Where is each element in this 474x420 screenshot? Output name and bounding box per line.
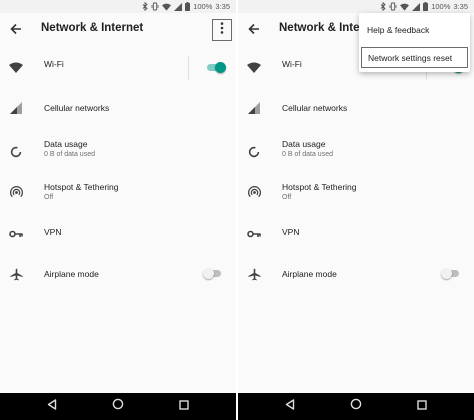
airplane-icon: [8, 266, 24, 282]
battery-percent: 100%: [431, 2, 451, 11]
setting-title: Wi-Fi: [44, 59, 64, 69]
setting-title: Data usage: [282, 139, 326, 149]
page-title: Network & Internet: [41, 22, 144, 34]
setting-cellular[interactable]: Cellular networks: [238, 88, 474, 126]
back-triangle-icon: [285, 397, 295, 415]
setting-vpn[interactable]: VPN: [238, 220, 474, 258]
airplane-icon: [246, 266, 262, 282]
home-circle-icon: [112, 397, 124, 415]
setting-title: Wi-Fi: [282, 59, 302, 69]
cellular-signal-icon: [174, 2, 183, 11]
back-button[interactable]: [244, 21, 264, 41]
bluetooth-icon: [142, 2, 148, 11]
wifi-signal-icon: [162, 3, 172, 11]
battery-icon: [423, 2, 429, 11]
setting-vpn[interactable]: VPN: [0, 220, 236, 258]
phone-screen-left: 100% 3:35 Network & Internet Wi-Fi Cellu…: [0, 0, 236, 420]
setting-airplane-mode[interactable]: Airplane mode: [238, 260, 474, 298]
setting-title: Data usage: [44, 139, 88, 149]
vpn-key-icon: [8, 226, 24, 242]
setting-wifi[interactable]: Wi-Fi: [0, 48, 236, 86]
battery-icon: [185, 2, 191, 11]
nav-recents-button[interactable]: [177, 399, 191, 413]
back-button[interactable]: [6, 21, 26, 41]
status-bar: 100% 3:35: [0, 0, 236, 13]
wifi-signal-icon: [400, 3, 410, 11]
data-usage-icon: [246, 144, 262, 160]
airplane-mode-toggle[interactable]: [441, 266, 459, 280]
back-triangle-icon: [47, 397, 57, 415]
setting-title: Cellular networks: [44, 103, 110, 113]
setting-subtitle: Off: [44, 194, 54, 201]
setting-title: VPN: [44, 227, 62, 237]
more-vert-icon: [220, 21, 224, 39]
menu-item-help-feedback[interactable]: Help & feedback: [361, 19, 468, 40]
divider: [188, 56, 189, 80]
hotspot-icon: [246, 184, 262, 200]
vibrate-icon: [151, 2, 159, 11]
bluetooth-icon: [380, 2, 386, 11]
nav-back-button[interactable]: [283, 399, 297, 413]
vibrate-icon: [389, 2, 397, 11]
setting-cellular[interactable]: Cellular networks: [0, 88, 236, 126]
wifi-icon: [8, 59, 24, 75]
arrow-back-icon: [248, 22, 260, 40]
setting-title: VPN: [282, 227, 300, 237]
nav-home-button[interactable]: [111, 397, 125, 415]
app-bar: Network & Internet: [0, 13, 236, 48]
cellular-signal-icon: [412, 2, 421, 11]
setting-title: Hotspot & Tethering: [282, 182, 357, 192]
home-circle-icon: [350, 397, 362, 415]
data-usage-icon: [8, 144, 24, 160]
setting-hotspot[interactable]: Hotspot & Tethering Off: [0, 178, 236, 216]
hotspot-icon: [8, 184, 24, 200]
setting-subtitle: 0 B of data used: [282, 151, 333, 158]
setting-title: Hotspot & Tethering: [44, 182, 119, 192]
airplane-mode-toggle[interactable]: [203, 266, 221, 280]
vpn-key-icon: [246, 226, 262, 242]
clock: 3:35: [453, 2, 468, 11]
recents-square-icon: [179, 397, 189, 415]
setting-title: Airplane mode: [282, 269, 337, 279]
nav-home-button[interactable]: [349, 397, 363, 415]
setting-airplane-mode[interactable]: Airplane mode: [0, 260, 236, 298]
setting-subtitle: 0 B of data used: [44, 151, 95, 158]
wifi-toggle[interactable]: [207, 60, 226, 74]
setting-data-usage[interactable]: Data usage 0 B of data used: [0, 134, 236, 172]
nav-back-button[interactable]: [45, 399, 59, 413]
battery-percent: 100%: [193, 2, 213, 11]
setting-data-usage[interactable]: Data usage 0 B of data used: [238, 134, 474, 172]
setting-hotspot[interactable]: Hotspot & Tethering Off: [238, 178, 474, 216]
menu-item-network-settings-reset[interactable]: Network settings reset: [361, 47, 468, 68]
setting-title: Cellular networks: [282, 103, 348, 113]
nav-recents-button[interactable]: [415, 399, 429, 413]
cellular-icon: [246, 100, 262, 116]
phone-screen-right: 100% 3:35 Network & Internet Wi-Fi Cellu…: [238, 0, 474, 420]
wifi-icon: [246, 59, 262, 75]
setting-title: Airplane mode: [44, 269, 99, 279]
setting-subtitle: Off: [282, 194, 292, 201]
navigation-bar: [238, 393, 474, 420]
navigation-bar: [0, 393, 236, 420]
arrow-back-icon: [10, 22, 22, 40]
status-bar: 100% 3:35: [238, 0, 474, 13]
overflow-menu: Help & feedback Network settings reset: [359, 13, 470, 72]
recents-square-icon: [417, 397, 427, 415]
more-options-button[interactable]: [212, 19, 232, 41]
cellular-icon: [8, 100, 24, 116]
clock: 3:35: [215, 2, 230, 11]
